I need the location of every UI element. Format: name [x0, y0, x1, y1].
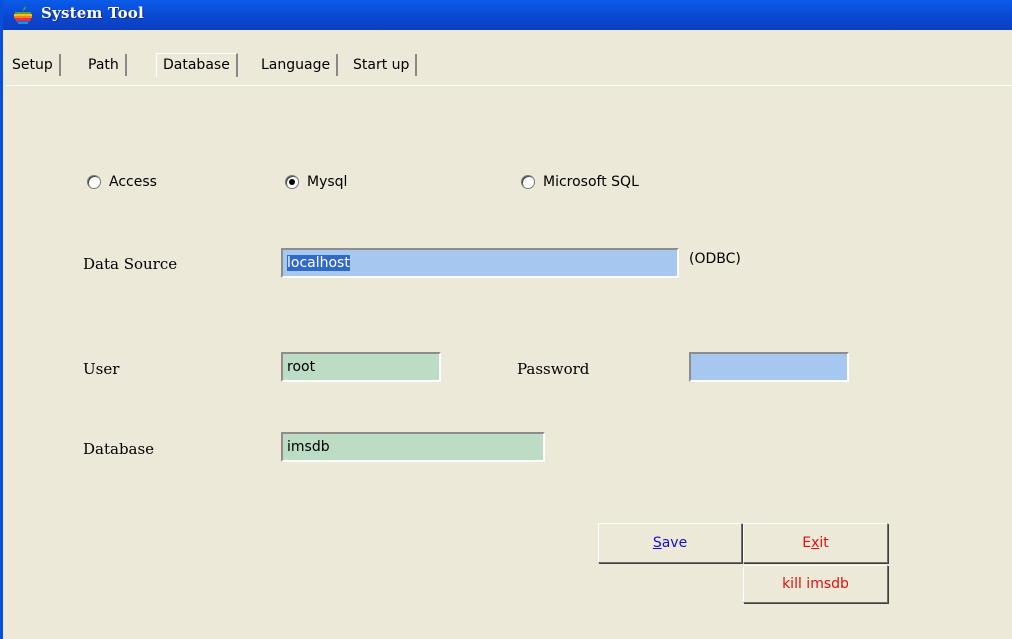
radio-circle-checked-icon[interactable]: [285, 175, 299, 189]
exit-button[interactable]: Exit: [743, 523, 888, 563]
user-input[interactable]: root: [281, 352, 441, 382]
save-mnemonic: S: [652, 535, 662, 551]
radio-mysql-label: Mysql: [307, 174, 348, 190]
password-input[interactable]: [689, 352, 849, 382]
kill-imsdb-button[interactable]: kill imsdb: [743, 565, 888, 603]
data-source-label: Data Source: [83, 255, 178, 273]
tab-database[interactable]: Database: [156, 53, 238, 77]
user-label: User: [83, 360, 120, 378]
save-label-rest: ave: [661, 535, 688, 551]
tab-setup[interactable]: Setup: [6, 54, 61, 76]
data-source-value: localhost: [287, 255, 350, 271]
tab-start-up[interactable]: Start up: [347, 54, 418, 76]
title-bar[interactable]: System Tool: [3, 0, 1012, 30]
radio-mysql[interactable]: Mysql: [285, 174, 347, 190]
window-title: System Tool: [41, 4, 144, 22]
odbc-note: (ODBC): [689, 251, 741, 267]
tab-language[interactable]: Language: [255, 54, 339, 76]
database-input[interactable]: imsdb: [281, 432, 545, 462]
exit-label-rest: it: [819, 535, 829, 551]
password-label: Password: [517, 360, 590, 378]
data-source-input[interactable]: localhost: [281, 248, 679, 278]
tab-strip: Setup Path Database Language Start up: [6, 33, 1012, 87]
save-button[interactable]: Save: [598, 523, 742, 563]
apple-icon: [14, 6, 32, 24]
tab-path[interactable]: Path: [82, 54, 127, 76]
exit-label-prefix: E: [802, 535, 812, 551]
radio-circle-icon[interactable]: [87, 175, 101, 189]
tab-baseline: [6, 85, 1012, 86]
radio-microsoft-sql-label: Microsoft SQL: [543, 174, 639, 190]
radio-microsoft-sql[interactable]: Microsoft SQL: [521, 174, 639, 190]
radio-circle-icon[interactable]: [521, 175, 535, 189]
radio-access-label: Access: [109, 174, 157, 190]
radio-access[interactable]: Access: [87, 174, 157, 190]
system-tool-window: System Tool Setup Path Database Language…: [0, 0, 1012, 639]
database-label: Database: [83, 440, 155, 458]
